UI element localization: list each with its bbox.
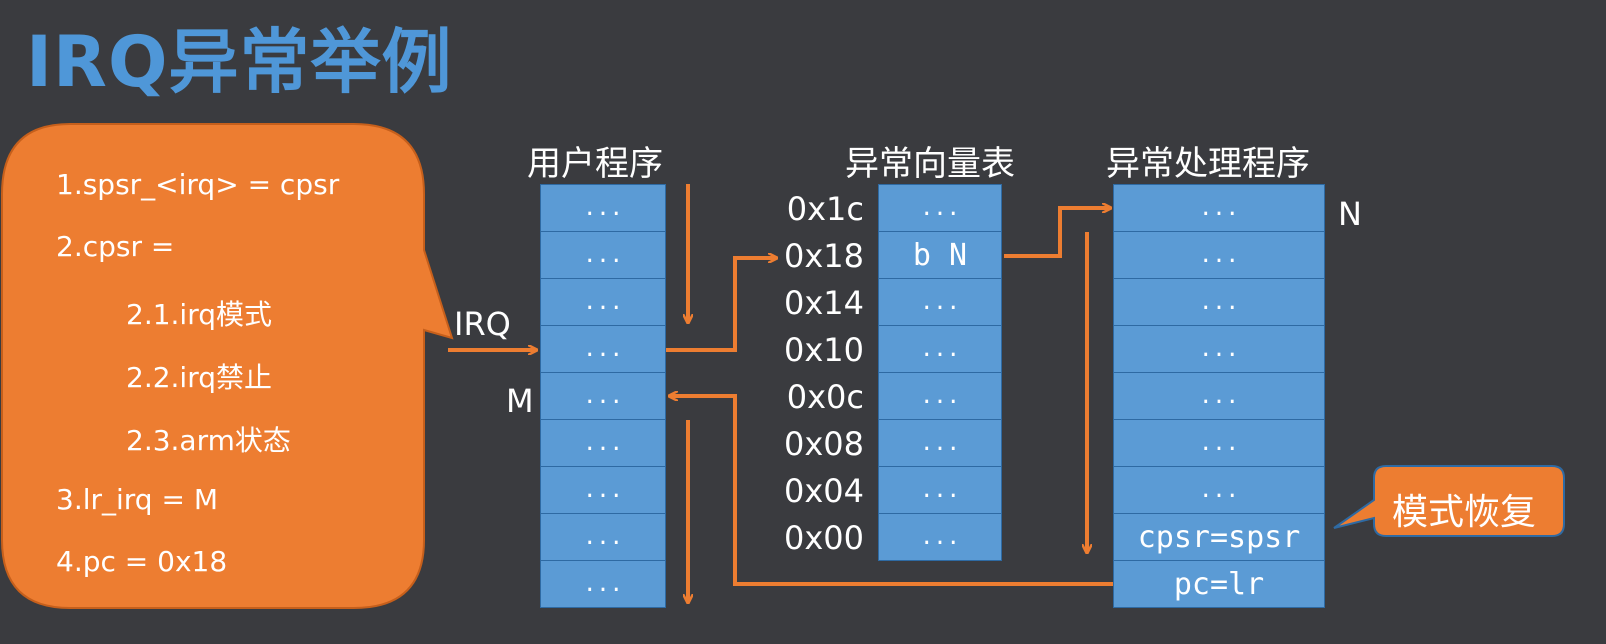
mode-restore-callout	[1333, 465, 1565, 537]
mode-restore-label: 模式恢复	[1392, 492, 1537, 533]
